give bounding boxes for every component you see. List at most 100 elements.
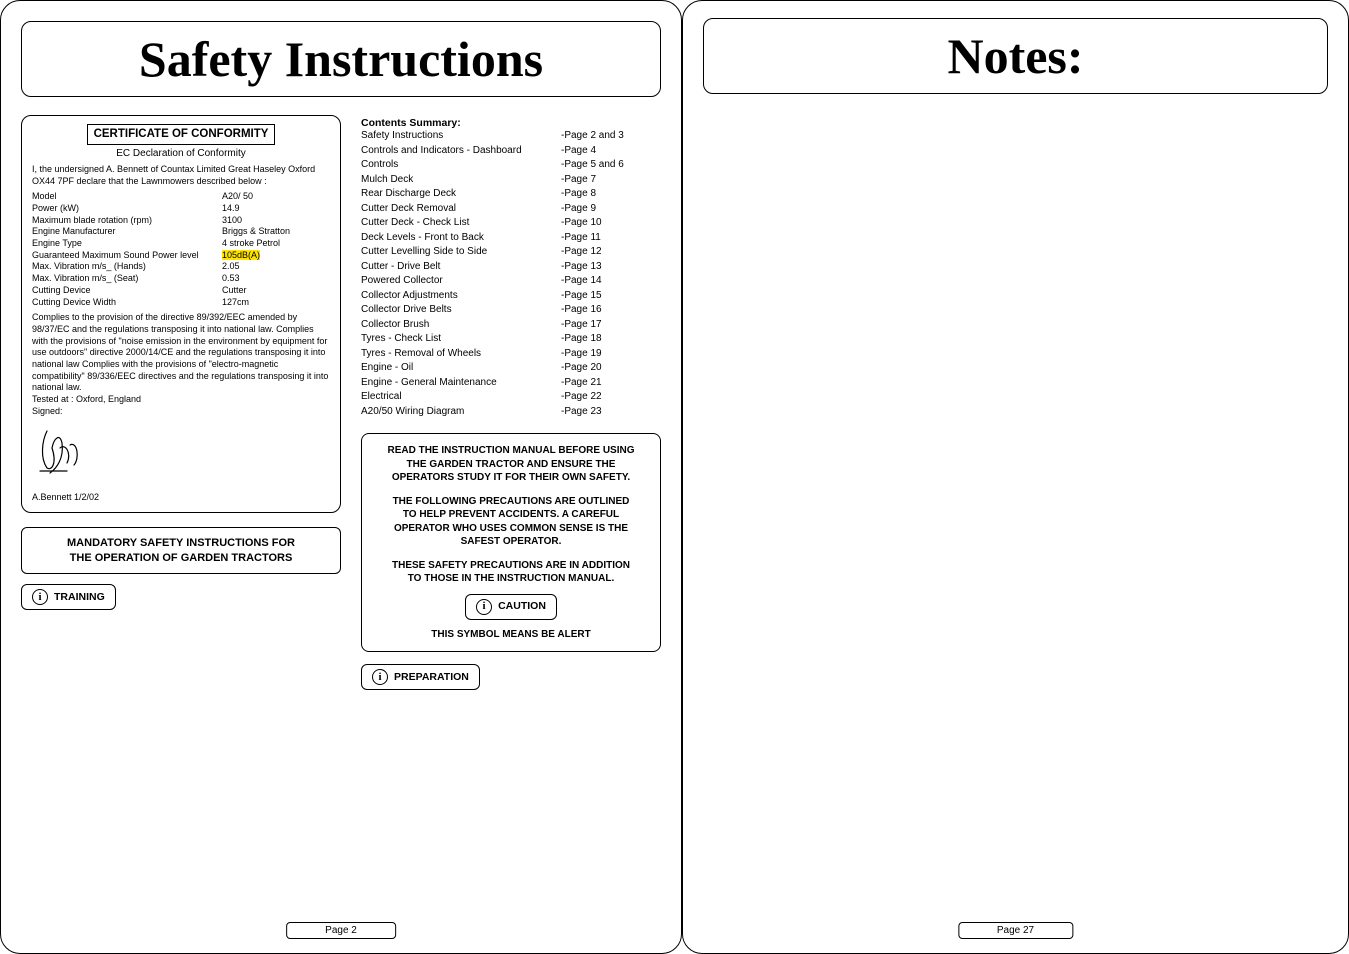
toc-row: Deck Levels - Front to Back-Page 11: [361, 231, 661, 246]
toc-page: -Page 8: [561, 187, 661, 202]
toc-label: Cutter Deck Removal: [361, 202, 561, 217]
info-icon: i: [476, 599, 492, 615]
spec-value: 14.9: [222, 203, 330, 215]
preparation-label: PREPARATION: [394, 671, 469, 683]
caution-label: CAUTION: [498, 599, 546, 613]
spec-table: ModelA20/ 50Power (kW)14.9Maximum blade …: [32, 191, 330, 308]
safety-p2l4: SAFEST OPERATOR.: [372, 535, 650, 549]
toc-label: Controls and Indicators - Dashboard: [361, 144, 561, 159]
toc-row: Electrical-Page 22: [361, 390, 661, 405]
spec-row: Max. Vibration m/s_ (Seat)0.53: [32, 273, 330, 285]
conformity-subheading: EC Declaration of Conformity: [32, 147, 330, 160]
conformity-box: CERTIFICATE OF CONFORMITY EC Declaration…: [21, 115, 341, 513]
toc-page: -Page 19: [561, 347, 661, 362]
spec-value: 4 stroke Petrol: [222, 238, 330, 250]
spec-label: Power (kW): [32, 203, 222, 215]
toc-label: Tyres - Removal of Wheels: [361, 347, 561, 362]
toc-page: -Page 23: [561, 405, 661, 420]
toc-label: A20/50 Wiring Diagram: [361, 405, 561, 420]
spec-value: Briggs & Stratton: [222, 226, 330, 238]
spec-label: Maximum blade rotation (rpm): [32, 215, 222, 227]
spec-value: 2.05: [222, 261, 330, 273]
toc-row: Mulch Deck-Page 7: [361, 173, 661, 188]
left-column: CERTIFICATE OF CONFORMITY EC Declaration…: [21, 115, 341, 690]
training-pill: i TRAINING: [21, 584, 116, 610]
toc-label: Powered Collector: [361, 274, 561, 289]
toc-page: -Page 7: [561, 173, 661, 188]
toc-page: -Page 20: [561, 361, 661, 376]
toc-row: Cutter - Drive Belt-Page 13: [361, 260, 661, 275]
training-label: TRAINING: [54, 591, 105, 603]
spec-value: 105dB(A): [222, 250, 330, 262]
spec-row: Engine ManufacturerBriggs & Stratton: [32, 226, 330, 238]
toc-row: Controls-Page 5 and 6: [361, 158, 661, 173]
spec-row: Engine Type4 stroke Petrol: [32, 238, 330, 250]
toc-page: -Page 15: [561, 289, 661, 304]
mandatory-line2: THE OPERATION OF GARDEN TRACTORS: [30, 551, 332, 566]
toc-page: -Page 14: [561, 274, 661, 289]
toc-label: Cutter Deck - Check List: [361, 216, 561, 231]
toc-page: -Page 12: [561, 245, 661, 260]
right-column: Contents Summary: Safety Instructions-Pa…: [361, 115, 661, 690]
toc-page: -Page 17: [561, 318, 661, 333]
left-page: Safety Instructions CERTIFICATE OF CONFO…: [0, 0, 682, 954]
toc-row: A20/50 Wiring Diagram-Page 23: [361, 405, 661, 420]
safety-p2l3: OPERATOR WHO USES COMMON SENSE IS THE: [372, 522, 650, 536]
toc-row: Controls and Indicators - Dashboard-Page…: [361, 144, 661, 159]
spec-row: Guaranteed Maximum Sound Power level105d…: [32, 250, 330, 262]
toc-row: Tyres - Removal of Wheels-Page 19: [361, 347, 661, 362]
toc-row: Tyres - Check List-Page 18: [361, 332, 661, 347]
preparation-pill: i PREPARATION: [361, 664, 480, 690]
right-page: Notes: Page 27: [682, 0, 1349, 954]
toc-page: -Page 11: [561, 231, 661, 246]
spec-label: Engine Manufacturer: [32, 226, 222, 238]
spec-label: Max. Vibration m/s_ (Hands): [32, 261, 222, 273]
safety-p2l2: TO HELP PREVENT ACCIDENTS. A CAREFUL: [372, 508, 650, 522]
toc-label: Cutter Levelling Side to Side: [361, 245, 561, 260]
spec-row: Cutting DeviceCutter: [32, 285, 330, 297]
page-number: Page 27: [958, 922, 1073, 939]
toc-row: Powered Collector-Page 14: [361, 274, 661, 289]
toc-label: Controls: [361, 158, 561, 173]
mandatory-box: MANDATORY SAFETY INSTRUCTIONS FOR THE OP…: [21, 527, 341, 575]
spec-value: 3100: [222, 215, 330, 227]
toc-label: Safety Instructions: [361, 129, 561, 144]
signature-image: [32, 423, 330, 482]
toc-label: Collector Adjustments: [361, 289, 561, 304]
page-title: Notes:: [703, 18, 1328, 94]
spec-label: Cutting Device: [32, 285, 222, 297]
toc-row: Safety Instructions-Page 2 and 3: [361, 129, 661, 144]
toc-list: Safety Instructions-Page 2 and 3Controls…: [361, 129, 661, 419]
spec-value: A20/ 50: [222, 191, 330, 203]
spec-row: ModelA20/ 50: [32, 191, 330, 203]
toc-page: -Page 5 and 6: [561, 158, 661, 173]
toc-page: -Page 2 and 3: [561, 129, 661, 144]
signer-name: A.Bennett 1/2/02: [32, 492, 330, 504]
caution-pill: i CAUTION: [465, 594, 557, 620]
toc-page: -Page 18: [561, 332, 661, 347]
toc-row: Cutter Deck Removal-Page 9: [361, 202, 661, 217]
safety-p3l1: THESE SAFETY PRECAUTIONS ARE IN ADDITION: [372, 559, 650, 573]
be-alert-text: THIS SYMBOL MEANS BE ALERT: [372, 628, 650, 642]
mandatory-line1: MANDATORY SAFETY INSTRUCTIONS FOR: [30, 536, 332, 551]
page-title: Safety Instructions: [21, 21, 661, 97]
toc-label: Rear Discharge Deck: [361, 187, 561, 202]
toc-row: Collector Drive Belts-Page 16: [361, 303, 661, 318]
spec-label: Model: [32, 191, 222, 203]
signed-label: Signed:: [32, 406, 330, 418]
toc-label: Mulch Deck: [361, 173, 561, 188]
tested-at: Tested at : Oxford, England: [32, 394, 330, 406]
toc-row: Rear Discharge Deck-Page 8: [361, 187, 661, 202]
compliance-text: Complies to the provision of the directi…: [32, 312, 330, 394]
conformity-heading: CERTIFICATE OF CONFORMITY: [87, 124, 276, 145]
safety-p1l2: THE GARDEN TRACTOR AND ENSURE THE: [372, 458, 650, 472]
toc-label: Engine - General Maintenance: [361, 376, 561, 391]
spec-value: 0.53: [222, 273, 330, 285]
toc-label: Engine - Oil: [361, 361, 561, 376]
toc-row: Engine - General Maintenance-Page 21: [361, 376, 661, 391]
toc-label: Collector Drive Belts: [361, 303, 561, 318]
toc-page: -Page 22: [561, 390, 661, 405]
safety-p2l1: THE FOLLOWING PRECAUTIONS ARE OUTLINED: [372, 495, 650, 509]
safety-p1l1: READ THE INSTRUCTION MANUAL BEFORE USING: [372, 444, 650, 458]
toc-page: -Page 9: [561, 202, 661, 217]
